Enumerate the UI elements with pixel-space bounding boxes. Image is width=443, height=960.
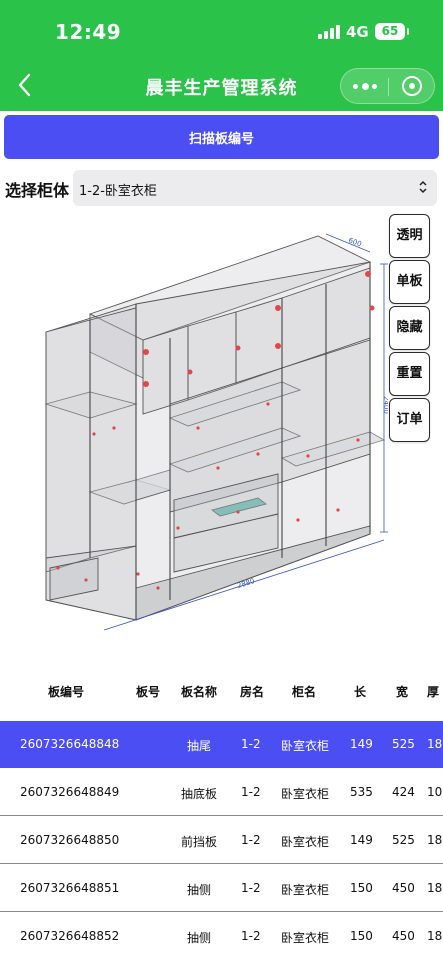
cabinet-select-value: 1-2-卧室衣柜	[79, 184, 157, 199]
header-cabinet: 柜名	[292, 685, 317, 699]
signal-icon	[318, 25, 340, 39]
scan-board-button[interactable]: 扫描板编号	[4, 115, 439, 159]
cell-board-code: 2607326648849	[20, 785, 120, 799]
cell-cabinet: 卧室衣柜	[281, 883, 330, 897]
status-time: 12:49	[55, 20, 122, 44]
header-width: 宽	[396, 685, 409, 699]
cell-cabinet: 卧室衣柜	[281, 931, 330, 945]
table-row[interactable]: 2607326648850 前挡板 1-2 卧室衣柜 149 525 18	[0, 817, 443, 864]
cell-room: 1-2	[241, 833, 261, 847]
cell-board-code: 2607326648851	[20, 881, 120, 895]
cell-board-name: 抽尾	[187, 739, 212, 753]
cell-room: 1-2	[241, 929, 261, 943]
back-button[interactable]	[14, 72, 38, 98]
cell-board-name: 抽底板	[181, 787, 218, 801]
header-board-number: 板号	[136, 685, 161, 699]
cell-thickness: 18	[427, 833, 443, 847]
cell-width: 450	[392, 881, 415, 895]
more-button[interactable]	[341, 69, 388, 103]
chevron-updown-icon	[419, 180, 427, 194]
header-length: 长	[354, 685, 367, 699]
cell-length: 535	[350, 785, 373, 799]
cell-board-name: 抽侧	[187, 883, 212, 897]
header-board-code: 板编号	[48, 685, 85, 699]
cell-board-code: 2607326648848	[20, 737, 120, 751]
cell-board-name: 前挡板	[181, 835, 218, 849]
depth-dimension-label: 600	[347, 236, 362, 248]
chevron-left-icon	[18, 73, 31, 97]
table-row[interactable]: 2607326648851 抽侧 1-2 卧室衣柜 150 450 18	[0, 865, 443, 912]
table-row[interactable]: 2607326648849 抽底板 1-2 卧室衣柜 535 424 10	[0, 769, 443, 816]
more-dots-icon	[353, 84, 358, 89]
reset-button[interactable]: 重置	[389, 352, 430, 396]
transparent-button[interactable]: 透明	[389, 214, 430, 258]
cell-board-name: 抽侧	[187, 931, 212, 945]
mini-program-capsule	[340, 68, 435, 104]
cell-thickness: 18	[427, 929, 443, 943]
cabinet-select-label: 选择柜体	[5, 181, 70, 200]
cabinet-select[interactable]: 1-2-卧室衣柜	[73, 170, 437, 206]
cell-width: 525	[392, 737, 415, 751]
cell-width: 450	[392, 929, 415, 943]
table-row[interactable]: 2607326648848 抽尾 1-2 卧室衣柜 149 525 18	[0, 721, 443, 768]
cell-cabinet: 卧室衣柜	[281, 787, 330, 801]
single-board-button[interactable]: 单板	[389, 260, 430, 304]
cell-board-code: 2607326648852	[20, 929, 120, 943]
order-button[interactable]: 订单	[389, 398, 430, 442]
cell-room: 1-2	[241, 881, 261, 895]
cell-thickness: 18	[427, 881, 443, 895]
table-row[interactable]: 2607326648852 抽侧 1-2 卧室衣柜 150 450 18	[0, 913, 443, 960]
app-header: 12:49 4G 65 晨丰生产管理系统	[0, 0, 443, 111]
cell-length: 149	[350, 737, 373, 751]
cell-cabinet: 卧室衣柜	[281, 739, 330, 753]
height-dimension-label: 2400	[382, 396, 388, 414]
header-room: 房名	[240, 685, 265, 699]
header-thickness: 厚	[427, 685, 440, 699]
hide-button[interactable]: 隐藏	[389, 306, 430, 350]
cell-length: 150	[350, 881, 373, 895]
cell-cabinet: 卧室衣柜	[281, 835, 330, 849]
wardrobe-3d-model[interactable]: 600 2400 2880	[38, 228, 388, 640]
cell-room: 1-2	[241, 785, 261, 799]
cell-board-code: 2607326648850	[20, 833, 120, 847]
battery-icon: 65	[375, 23, 409, 40]
cell-length: 149	[350, 833, 373, 847]
cell-room: 1-2	[241, 737, 261, 751]
close-button[interactable]	[389, 69, 435, 103]
cell-thickness: 10	[427, 785, 443, 799]
table-header: 板编号 板号 板名称 房名 柜名 长 宽 厚	[0, 678, 443, 704]
cell-length: 150	[350, 929, 373, 943]
header-board-name: 板名称	[181, 685, 218, 699]
cell-width: 525	[392, 833, 415, 847]
cell-thickness: 18	[427, 737, 443, 751]
cell-width: 424	[392, 785, 415, 799]
network-type: 4G	[346, 23, 369, 41]
